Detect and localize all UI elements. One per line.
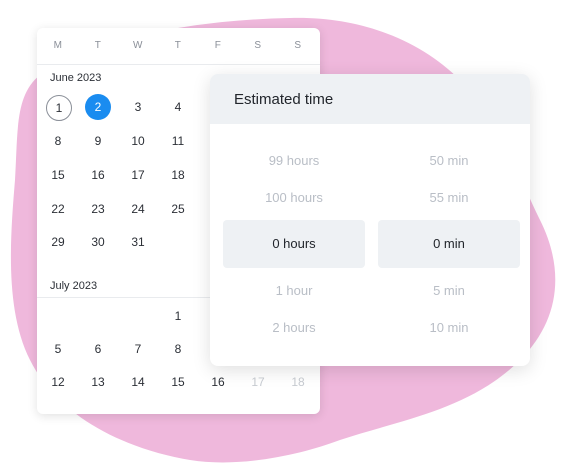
hours-option[interactable]: 2 hours — [223, 320, 365, 335]
day-cell-today[interactable]: 1 — [46, 95, 72, 121]
minutes-option[interactable]: 50 min — [378, 153, 520, 168]
day-cell[interactable]: 31 — [125, 229, 151, 255]
day-cell[interactable]: 1 — [165, 303, 191, 329]
weekday-label: W — [133, 40, 143, 51]
day-cell[interactable]: 3 — [125, 94, 151, 120]
minutes-option[interactable]: 10 min — [378, 320, 520, 335]
day-cell[interactable]: 17 — [125, 162, 151, 188]
estimated-time-panel: Estimated time 99 hours 100 hours 0 hour… — [210, 74, 530, 366]
hours-option[interactable]: 99 hours — [223, 153, 365, 168]
day-cell[interactable]: 16 — [85, 162, 111, 188]
day-cell[interactable]: 13 — [85, 369, 111, 395]
weekday-label: T — [94, 40, 102, 51]
weekday-header: M T W T F S S — [37, 28, 320, 63]
hours-option[interactable]: 100 hours — [223, 190, 365, 205]
minutes-option[interactable]: 55 min — [378, 190, 520, 205]
divider — [37, 64, 320, 65]
day-cell[interactable]: 8 — [165, 336, 191, 362]
month-label-july: July 2023 — [50, 280, 98, 292]
weekday-label: S — [294, 40, 302, 51]
day-cell[interactable]: 29 — [45, 229, 71, 255]
day-cell[interactable]: 24 — [125, 196, 151, 222]
day-cell[interactable]: 22 — [45, 196, 71, 222]
weekday-label: M — [53, 40, 63, 51]
day-cell[interactable]: 15 — [45, 162, 71, 188]
day-cell[interactable]: 30 — [85, 229, 111, 255]
day-cell-weekend[interactable]: 18 — [285, 369, 311, 395]
day-cell[interactable]: 15 — [165, 369, 191, 395]
day-cell[interactable]: 9 — [85, 128, 111, 154]
hours-option[interactable]: 1 hour — [223, 283, 365, 298]
weekday-label: T — [174, 40, 182, 51]
day-cell[interactable]: 7 — [125, 336, 151, 362]
day-cell[interactable]: 23 — [85, 196, 111, 222]
day-cell[interactable]: 4 — [165, 94, 191, 120]
day-cell[interactable]: 11 — [165, 128, 191, 154]
day-cell[interactable]: 25 — [165, 196, 191, 222]
day-cell[interactable]: 12 — [45, 369, 71, 395]
day-cell[interactable]: 6 — [85, 336, 111, 362]
day-cell[interactable]: 8 — [45, 128, 71, 154]
day-cell[interactable]: 18 — [165, 162, 191, 188]
weekday-label: F — [214, 40, 222, 51]
hours-option-selected[interactable]: 0 hours — [223, 220, 365, 268]
estimated-time-title: Estimated time — [234, 91, 334, 108]
day-cell[interactable]: 5 — [45, 336, 71, 362]
weekday-label: S — [254, 40, 262, 51]
month-label-june: June 2023 — [50, 72, 102, 84]
estimated-time-header: Estimated time — [210, 74, 530, 124]
day-cell[interactable]: 10 — [125, 128, 151, 154]
day-cell[interactable]: 14 — [125, 369, 151, 395]
minutes-option[interactable]: 5 min — [378, 283, 520, 298]
day-cell-weekend[interactable]: 17 — [245, 369, 271, 395]
day-cell-selected[interactable]: 2 — [85, 94, 111, 120]
day-cell[interactable]: 16 — [205, 369, 231, 395]
minutes-option-selected[interactable]: 0 min — [378, 220, 520, 268]
